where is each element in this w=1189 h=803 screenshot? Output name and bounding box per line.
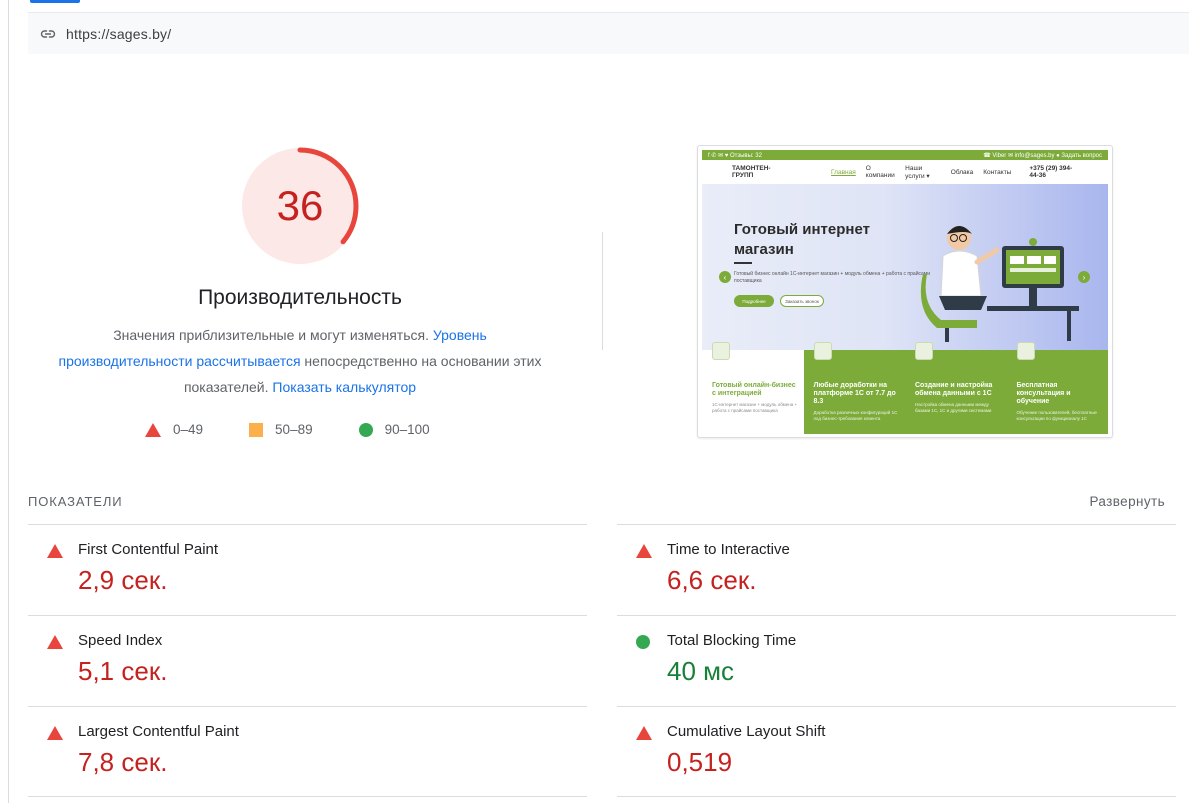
thumb-card: Бесплатная консультация и обучение Обуче… — [1006, 342, 1108, 434]
url-bar: https://sages.by/ — [28, 12, 1189, 54]
triangle-red-icon — [145, 422, 161, 437]
thumb-nav-link: Наши услуги ▾ — [905, 164, 930, 180]
thumb-card-icon — [712, 342, 730, 360]
triangle-red-icon — [636, 726, 652, 740]
left-border — [8, 0, 9, 803]
metric-cumulative-layout-shift: Cumulative Layout Shift 0,519 — [617, 706, 1176, 797]
thumb-secondary-button: Заказать звонок — [780, 295, 824, 307]
metrics-header: ПОКАЗАТЕЛИ — [28, 494, 123, 509]
thumb-card-title: Создание и настройка обмена данными с 1С — [915, 382, 993, 397]
metric-time-to-interactive: Time to Interactive 6,6 сек. — [617, 524, 1176, 615]
legend-label: 50–89 — [275, 422, 313, 437]
vertical-divider — [602, 232, 603, 350]
score-legend: 0–49 50–89 90–100 — [145, 422, 430, 437]
thumb-card-text: Настройка обмена данными между базами 1С… — [915, 402, 992, 413]
thumb-hero-underline — [734, 262, 752, 264]
legend-item-pass: 90–100 — [358, 422, 430, 437]
thumb-topbar-right: ☎ Viber ✉ info@sages.by ● Задать вопрос — [983, 152, 1102, 159]
metric-label: Largest Contentful Paint — [78, 723, 239, 740]
legend-label: 90–100 — [384, 422, 430, 437]
triangle-red-icon — [47, 726, 63, 740]
performance-title: Производительность — [198, 286, 402, 309]
metric-label: Total Blocking Time — [667, 632, 797, 649]
metric-value: 40 мс — [667, 656, 735, 686]
metric-label: First Contentful Paint — [78, 541, 219, 558]
thumb-nav-link: Главная — [831, 168, 856, 176]
triangle-red-icon — [636, 544, 652, 558]
thumb-card-text: Обучение пользователей, бесплатные консу… — [1016, 410, 1097, 421]
metric-total-blocking-time: Total Blocking Time 40 мс — [617, 615, 1176, 706]
metric-speed-index: Speed Index 5,1 сек. — [28, 615, 587, 706]
metric-value: 7,8 сек. — [78, 747, 168, 777]
metric-label: Time to Interactive — [667, 541, 790, 558]
thumb-phone: +375 (29) 394-44-36 — [1029, 165, 1073, 179]
thumb-nav: ТАМОНТЕН-ГРУПП Главная О компании Наши у… — [702, 160, 1108, 184]
circle-green-icon — [636, 635, 650, 649]
thumb-logo: ТАМОНТЕН-ГРУПП — [732, 165, 771, 179]
metric-value: 5,1 сек. — [78, 656, 168, 686]
thumb-card: Любые доработки на платформе 1С от 7.7 д… — [803, 342, 905, 434]
thumb-feature-cards: Готовый онлайн-бизнес с интеграцией 1С-и… — [702, 342, 1108, 434]
thumb-topbar-left: f ✆ ✉ ♥ Отзывы: 32 — [708, 152, 762, 159]
thumb-card-icon — [813, 342, 832, 360]
thumb-card: Готовый онлайн-бизнес с интеграцией 1С-и… — [702, 342, 804, 434]
thumb-nav-link: Контакты — [983, 168, 1012, 176]
thumb-nav-link: О компании — [865, 165, 895, 179]
thumb-card-text: 1С-интернет магазин + модуль обмена + ра… — [712, 402, 798, 413]
thumb-card-title: Бесплатная консультация и обучение — [1016, 382, 1071, 405]
circle-green-icon — [358, 422, 373, 437]
performance-description: Значения приблизительные и могут изменят… — [45, 322, 555, 400]
legend-item-fail: 0–49 — [145, 422, 203, 437]
triangle-red-icon — [47, 544, 63, 558]
metric-largest-contentful-paint: Largest Contentful Paint 7,8 сек. — [28, 706, 587, 797]
metric-value: 0,519 — [667, 747, 733, 777]
triangle-red-icon — [47, 635, 63, 649]
thumb-hero: ‹ Готовый интернет магазин Готовый бизне… — [702, 184, 1108, 350]
expand-toggle[interactable]: Развернуть — [1089, 494, 1165, 509]
metric-value: 6,6 сек. — [667, 565, 757, 595]
thumb-card-icon — [915, 342, 933, 360]
thumb-hero-subtitle: Готовый бизнес онлайн 1С-интернет магази… — [734, 271, 931, 284]
thumb-card-title: Любые доработки на платформе 1С от 7.7 д… — [813, 382, 896, 405]
metric-value: 2,9 сек. — [78, 565, 168, 595]
desc-text-1: Значения приблизительные и могут изменят… — [113, 327, 433, 343]
page-url[interactable]: https://sages.by/ — [66, 26, 171, 42]
thumb-nav-link: Облака — [950, 168, 974, 176]
performance-score: 36 — [276, 182, 324, 229]
thumb-card-text: Доработка различных конфигураций 1С под … — [813, 410, 898, 421]
thumb-primary-button: Подробнее — [734, 295, 774, 307]
link-icon — [40, 26, 56, 42]
thumb-prev-arrow-icon: ‹ — [719, 271, 731, 283]
legend-item-average: 50–89 — [249, 422, 313, 437]
show-calculator-link[interactable]: Показать калькулятор — [272, 379, 416, 395]
performance-gauge: 36 — [240, 146, 360, 266]
metric-label: Speed Index — [78, 632, 163, 649]
thumb-card: Создание и настройка обмена данными с 1С… — [905, 342, 1007, 434]
page-screenshot-thumbnail[interactable]: f ✆ ✉ ♥ Отзывы: 32 ☎ Viber ✉ info@sages.… — [697, 145, 1113, 438]
thumb-card-title: Готовый онлайн-бизнес с интеграцией — [712, 382, 796, 397]
thumb-hero-title: Готовый интернет магазин — [734, 221, 870, 258]
metric-first-contentful-paint: First Contentful Paint 2,9 сек. — [28, 524, 587, 615]
square-orange-icon — [249, 422, 264, 437]
active-tab-indicator — [30, 0, 80, 3]
thumb-hero-illustration — [920, 226, 1079, 342]
metric-label: Cumulative Layout Shift — [667, 723, 826, 740]
thumb-card-icon — [1016, 342, 1035, 360]
legend-label: 0–49 — [173, 422, 204, 437]
thumb-next-arrow-icon: › — [1078, 271, 1090, 283]
thumb-topbar: f ✆ ✉ ♥ Отзывы: 32 ☎ Viber ✉ info@sages.… — [702, 150, 1108, 160]
